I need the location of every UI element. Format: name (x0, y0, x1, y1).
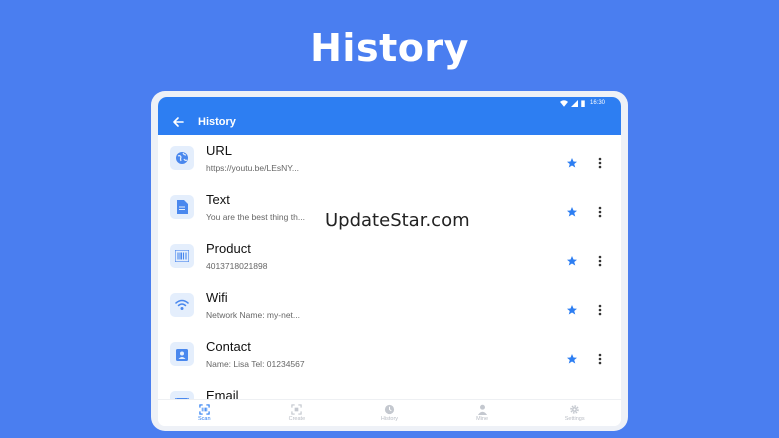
create-icon (291, 404, 303, 415)
more-options-icon[interactable] (598, 157, 602, 169)
star-icon[interactable] (566, 157, 578, 169)
history-item-url[interactable]: URL https://youtu.be/LEsNY... (158, 135, 621, 184)
contact-icon (170, 342, 194, 366)
nav-label: Mine (476, 416, 489, 422)
wifi-icon (170, 293, 194, 317)
history-item-title: URL (206, 143, 233, 158)
status-bar: 16:30 (158, 97, 621, 109)
scan-icon (199, 404, 210, 415)
bottom-navigation: Scan Create History Mine Settings (158, 399, 621, 426)
history-item-subtitle: Network Name: my-net... (206, 310, 300, 320)
more-options-icon[interactable] (598, 353, 602, 365)
nav-item-mine[interactable]: Mine (436, 400, 529, 426)
history-item-contact[interactable]: Contact Name: Lisa Tel: 01234567 (158, 331, 621, 380)
history-item-subtitle: You are the best thing th... (206, 212, 305, 222)
star-icon[interactable] (566, 255, 578, 267)
nav-label: Scan (198, 416, 211, 422)
promo-title: History (310, 26, 469, 70)
history-item-subtitle: https://youtu.be/LEsNY... (206, 163, 299, 173)
app-bar-title: History (198, 116, 236, 128)
more-options-icon[interactable] (598, 206, 602, 218)
history-item-product[interactable]: Product 4013718021898 (158, 233, 621, 282)
watermark-text: UpdateStar.com (325, 210, 470, 231)
history-item-title: Text (206, 192, 230, 207)
more-options-icon[interactable] (598, 255, 602, 267)
history-item-title: Product (206, 241, 251, 256)
back-arrow-icon[interactable] (172, 116, 184, 128)
nav-item-history[interactable]: History (343, 400, 436, 426)
nav-label: History (380, 416, 399, 422)
history-item-wifi[interactable]: Wifi Network Name: my-net... (158, 282, 621, 331)
nav-item-settings[interactable]: Settings (528, 400, 621, 426)
nav-label: Settings (564, 416, 585, 422)
person-icon (477, 404, 487, 415)
history-item-title: Contact (206, 339, 251, 354)
signal-icon (570, 99, 578, 107)
app-screen: 16:30 History URL https://youtu.be/LEsNY… (158, 97, 621, 426)
tablet-frame: 16:30 History URL https://youtu.be/LEsNY… (151, 91, 628, 431)
star-icon[interactable] (566, 304, 578, 316)
star-icon[interactable] (566, 353, 578, 365)
app-bar: History (158, 109, 621, 135)
battery-icon (581, 99, 585, 107)
wifi-status-icon (559, 99, 568, 107)
status-time: 16:30 (589, 100, 605, 106)
history-item-subtitle: 4013718021898 (206, 261, 268, 271)
globe-icon (170, 146, 194, 170)
more-options-icon[interactable] (598, 304, 602, 316)
history-list: URL https://youtu.be/LEsNY... Text You a… (158, 135, 621, 426)
nav-label: Create (288, 416, 306, 422)
nav-item-create[interactable]: Create (251, 400, 344, 426)
star-icon[interactable] (566, 206, 578, 218)
gear-icon (570, 405, 579, 414)
history-item-title: Wifi (206, 290, 228, 305)
nav-item-scan[interactable]: Scan (158, 400, 251, 426)
history-icon (384, 404, 395, 415)
history-item-subtitle: Name: Lisa Tel: 01234567 (206, 359, 305, 369)
document-icon (170, 195, 194, 219)
barcode-icon (170, 244, 194, 268)
